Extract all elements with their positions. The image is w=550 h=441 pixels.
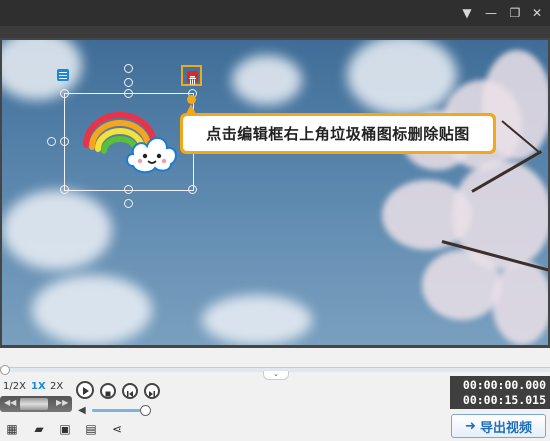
- speed-up-icon[interactable]: ▶▶: [56, 398, 68, 407]
- stop-button[interactable]: [100, 383, 116, 399]
- export-video-button[interactable]: ➜ 导出视频: [451, 414, 546, 438]
- export-label: 导出视频: [479, 420, 532, 436]
- collapse-toggle[interactable]: ⌄: [263, 371, 289, 380]
- resize-handle-left[interactable]: [60, 137, 69, 146]
- hint-tooltip: 点击编辑框右上角垃圾桶图标删除贴图: [180, 113, 496, 154]
- resize-handle-bottom[interactable]: [124, 185, 133, 194]
- speed-down-icon[interactable]: ◀◀: [4, 398, 16, 407]
- current-time: 00:00:00.000: [462, 378, 546, 392]
- progress-knob[interactable]: [0, 365, 10, 375]
- rotate-handle-stem[interactable]: [124, 78, 133, 87]
- resize-handle-bottom-left[interactable]: [60, 185, 69, 194]
- tooltip-pointer-dot: [187, 95, 196, 104]
- save-as-icon[interactable]: ▤: [84, 422, 98, 436]
- speed-double[interactable]: 2X: [50, 381, 63, 392]
- dropdown-arrow-icon[interactable]: ▼: [458, 4, 476, 22]
- delete-sticker-highlight[interactable]: [181, 65, 202, 86]
- open-folder-icon[interactable]: ▰: [32, 422, 46, 436]
- speed-half[interactable]: 1/2X: [3, 381, 26, 392]
- previous-frame-button[interactable]: [122, 383, 138, 399]
- sticker-edit-box[interactable]: [64, 93, 194, 191]
- sky-cloud: [2, 190, 112, 270]
- title-bar: ▼ — ❐ ✕: [0, 0, 550, 26]
- trash-icon[interactable]: [187, 71, 198, 85]
- tree-blossom: [422, 250, 502, 320]
- rotate-handle[interactable]: [124, 64, 133, 73]
- minimize-icon[interactable]: —: [482, 4, 500, 22]
- resize-handle-left-outer[interactable]: [47, 137, 56, 146]
- resize-handle-bottom-right[interactable]: [188, 185, 197, 194]
- sky-cloud: [347, 40, 457, 115]
- total-time: 00:00:15.015: [462, 393, 546, 407]
- volume-slider[interactable]: [92, 409, 145, 412]
- restore-icon[interactable]: ❐: [506, 4, 524, 22]
- speed-slider-thumb[interactable]: [20, 398, 48, 410]
- play-button[interactable]: [76, 381, 94, 399]
- sky-cloud: [2, 40, 82, 100]
- next-frame-button[interactable]: [144, 383, 160, 399]
- video-preview[interactable]: [2, 40, 548, 345]
- resize-handle-bottom-outer[interactable]: [124, 199, 133, 208]
- volume-icon[interactable]: ◀: [78, 405, 86, 416]
- sky-cloud: [32, 275, 152, 345]
- time-display: 00:00:00.000 00:00:15.015: [450, 376, 550, 409]
- speed-slider[interactable]: ◀◀ ▶▶: [0, 396, 72, 412]
- share-icon[interactable]: ⋖: [110, 422, 124, 436]
- sky-cloud: [232, 55, 302, 105]
- speed-normal[interactable]: 1X: [31, 381, 46, 392]
- close-icon[interactable]: ✕: [528, 4, 546, 22]
- resize-handle-top[interactable]: [124, 89, 133, 98]
- new-icon[interactable]: ▦: [5, 422, 19, 436]
- resize-handle-top-left[interactable]: [60, 89, 69, 98]
- save-icon[interactable]: ▣: [58, 422, 72, 436]
- sky-cloud: [202, 295, 312, 345]
- hint-tooltip-text: 点击编辑框右上角垃圾桶图标删除贴图: [183, 116, 493, 151]
- tree-blossom: [492, 260, 548, 345]
- layer-list-icon[interactable]: [57, 69, 69, 81]
- export-icon: ➜: [465, 418, 476, 434]
